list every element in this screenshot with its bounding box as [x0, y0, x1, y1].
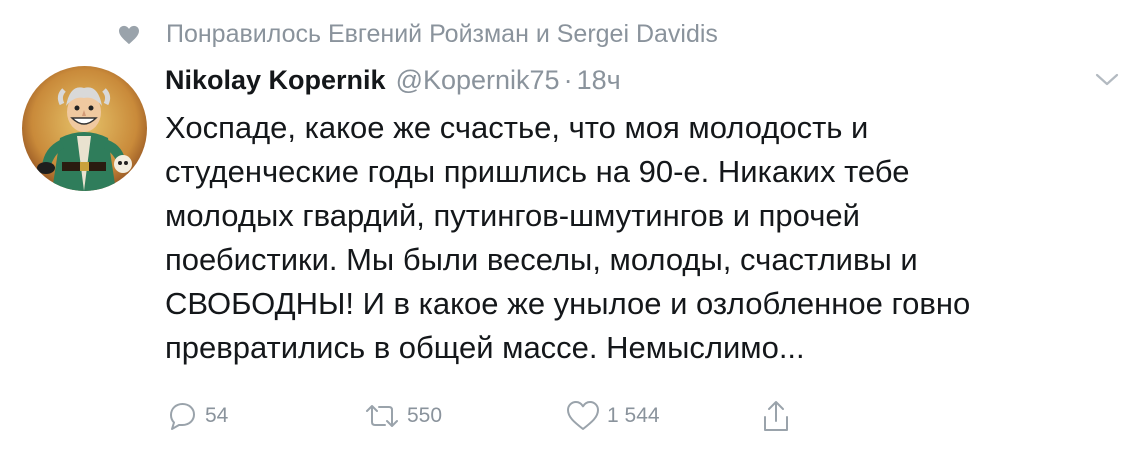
share-button[interactable] — [761, 396, 791, 436]
reply-icon — [170, 403, 195, 430]
avatar[interactable] — [22, 66, 147, 191]
like-button[interactable]: 1 544 — [565, 396, 660, 436]
reply-button[interactable]: 54 — [165, 396, 228, 436]
like-icon — [567, 401, 599, 430]
tweet[interactable]: Понравилось Евгений Ройзман и Sergei Dav… — [0, 0, 1141, 455]
tweet-text-line: превратились в общей массе. Немыслимо... — [165, 330, 805, 365]
tweet-header: Nikolay Kopernik @Kopernik75 · 18ч — [165, 60, 621, 100]
reply-count: 54 — [205, 404, 229, 427]
retweet-count: 550 — [407, 404, 443, 427]
tweet-text-line: Хоспаде, какое же счастье, что моя молод… — [165, 110, 869, 145]
chevron-down-icon[interactable] — [1094, 72, 1120, 88]
tweet-text: Хоспаде, какое же счастье, что моя молод… — [165, 106, 1125, 370]
avatar-image — [22, 66, 147, 191]
timestamp[interactable]: 18ч — [577, 65, 621, 95]
like-count: 1 544 — [607, 404, 660, 427]
tweet-text-line: молодых гвардий, путингов-шмутингов и пр… — [165, 198, 860, 233]
retweet-icon — [366, 405, 398, 427]
tweet-text-line: студенческие годы пришлись на 90-е. Ника… — [165, 154, 910, 189]
action-bar: 54 550 1 544 — [165, 396, 865, 436]
social-context-text[interactable]: Понравилось Евгений Ройзман и Sergei Dav… — [166, 18, 718, 50]
retweet-button[interactable]: 550 — [363, 396, 442, 436]
heart-icon — [119, 25, 139, 45]
tweet-text-line: поебистики. Мы были веселы, молоды, счас… — [165, 242, 918, 277]
tweet-text-line: СВОБОДНЫ! И в какое же унылое и озлоблен… — [165, 286, 971, 321]
share-icon — [764, 401, 788, 431]
author-handle[interactable]: @Kopernik75 — [396, 65, 560, 95]
author-name[interactable]: Nikolay Kopernik — [165, 65, 386, 95]
separator-dot: · — [563, 65, 573, 95]
